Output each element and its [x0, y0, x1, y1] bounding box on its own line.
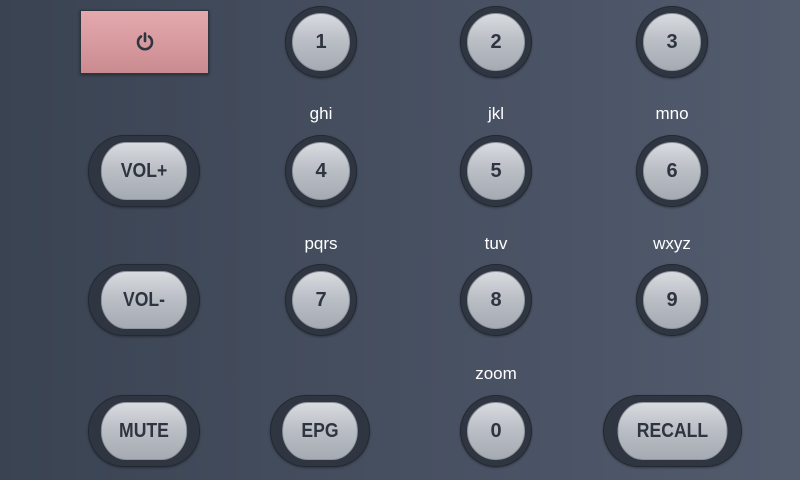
digit-8-button[interactable]: 8 — [467, 271, 525, 329]
power-icon — [134, 31, 156, 53]
digit-7-button[interactable]: 7 — [292, 271, 350, 329]
digit-9-letters: wxyz — [653, 234, 691, 253]
digit-4-button[interactable]: 4 — [292, 142, 350, 200]
digit-6-letters: mno — [655, 104, 689, 123]
vol-down-button[interactable]: VOL- — [100, 271, 188, 329]
digit-0-button[interactable]: 0 — [467, 402, 525, 460]
digit-5-button[interactable]: 5 — [467, 142, 525, 200]
digit-6-button[interactable]: 6 — [643, 142, 701, 200]
vol-up-label: VOL+ — [120, 159, 168, 182]
recall-label: RECALL — [636, 419, 709, 442]
epg-button[interactable]: EPG — [282, 402, 358, 460]
digit-2-button[interactable]: 2 — [467, 13, 525, 71]
mute-label: MUTE — [119, 419, 169, 442]
power-button[interactable] — [80, 10, 209, 74]
epg-label: EPG — [301, 419, 339, 442]
digit-0-letters: zoom — [475, 364, 517, 383]
digit-9-button[interactable]: 9 — [643, 271, 701, 329]
vol-up-button[interactable]: VOL+ — [100, 142, 188, 200]
mute-button[interactable]: MUTE — [100, 402, 188, 460]
digit-8-letters: tuv — [484, 234, 508, 253]
recall-button[interactable]: RECALL — [617, 402, 728, 460]
digit-7-letters: pqrs — [304, 234, 338, 253]
digit-5-letters: jkl — [487, 104, 505, 123]
digit-4-letters: ghi — [309, 104, 333, 123]
digit-3-button[interactable]: 3 — [643, 13, 701, 71]
digit-1-button[interactable]: 1 — [292, 13, 350, 71]
vol-down-label: VOL- — [122, 288, 166, 311]
